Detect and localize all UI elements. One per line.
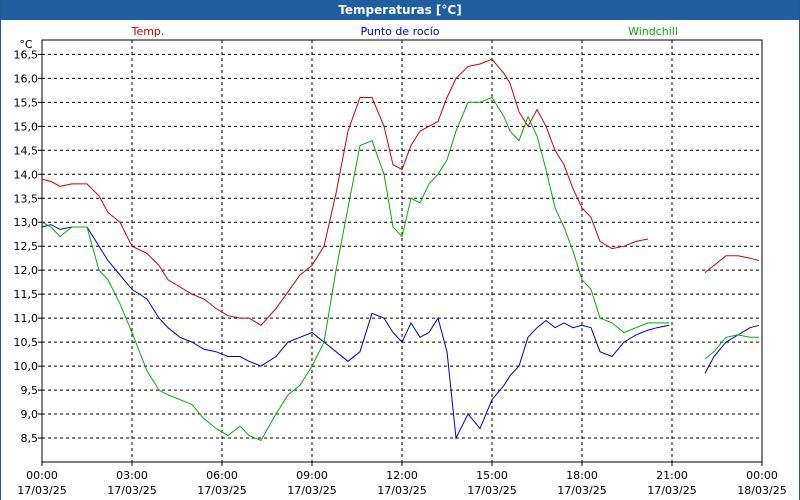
legend-entry: Temp.: [131, 25, 165, 38]
x-tick-date: 17/03/25: [197, 484, 246, 497]
series-line: [41, 58, 649, 326]
x-tick-time: 03:00: [116, 469, 148, 482]
x-tick-date: 17/03/25: [467, 484, 516, 497]
x-tick-date: 17/03/25: [107, 484, 156, 497]
y-tick-label: 11,0: [14, 312, 39, 325]
y-tick-label: 10,5: [14, 336, 39, 349]
chart-window: Temperaturas [°C] Temp. Punto de rocío Win…: [0, 0, 800, 500]
x-tick-time: 21:00: [656, 469, 688, 482]
y-tick-label: 12,5: [14, 240, 39, 253]
grid-lines: [42, 40, 762, 462]
chart-canvas: Temp. Punto de rocío Windchill 16,516,015,…: [14, 25, 787, 497]
x-tick-time: 15:00: [476, 469, 508, 482]
x-tick-date: 17/03/25: [647, 484, 696, 497]
y-tick-label: 9,0: [21, 408, 39, 421]
x-tick-date: 18/03/25: [737, 484, 786, 497]
legend-entry: Punto de rocío: [360, 25, 439, 38]
x-tick-time: 09:00: [296, 469, 328, 482]
x-tick-date: 17/03/25: [17, 484, 66, 497]
y-axis-label: °C: [19, 38, 33, 51]
y-tick-label: 14,5: [14, 144, 39, 157]
y-tick-label: 15,5: [14, 96, 39, 109]
series-layer: [41, 58, 760, 442]
y-tick-label: 8,5: [21, 432, 39, 445]
y-tick-label: 9,5: [21, 384, 39, 397]
series-line: [41, 96, 669, 442]
y-tick-label: 13,5: [14, 192, 39, 205]
x-tick-time: 06:00: [206, 469, 238, 482]
legend-entry: Windchill: [628, 25, 678, 38]
x-tick-date: 17/03/25: [287, 484, 336, 497]
x-tick-time: 00:00: [26, 469, 58, 482]
x-tick-time: 12:00: [386, 469, 418, 482]
x-tick-time: 18:00: [566, 469, 598, 482]
x-tick-date: 17/03/25: [377, 484, 426, 497]
y-tick-label: 15,0: [14, 120, 39, 133]
y-tick-label: 13,0: [14, 216, 39, 229]
x-tick-date: 17/03/25: [557, 484, 606, 497]
x-tick-time: 00:00: [746, 469, 778, 482]
y-tick-label: 16,0: [14, 72, 39, 85]
y-tick-label: 14,0: [14, 168, 39, 181]
axes: 16,516,015,515,014,514,013,513,012,512,0…: [14, 38, 787, 497]
legend: Temp. Punto de rocío Windchill: [131, 25, 678, 38]
y-tick-label: 12,0: [14, 264, 39, 277]
y-tick-label: 10,0: [14, 360, 39, 373]
y-tick-label: 11,5: [14, 288, 39, 301]
